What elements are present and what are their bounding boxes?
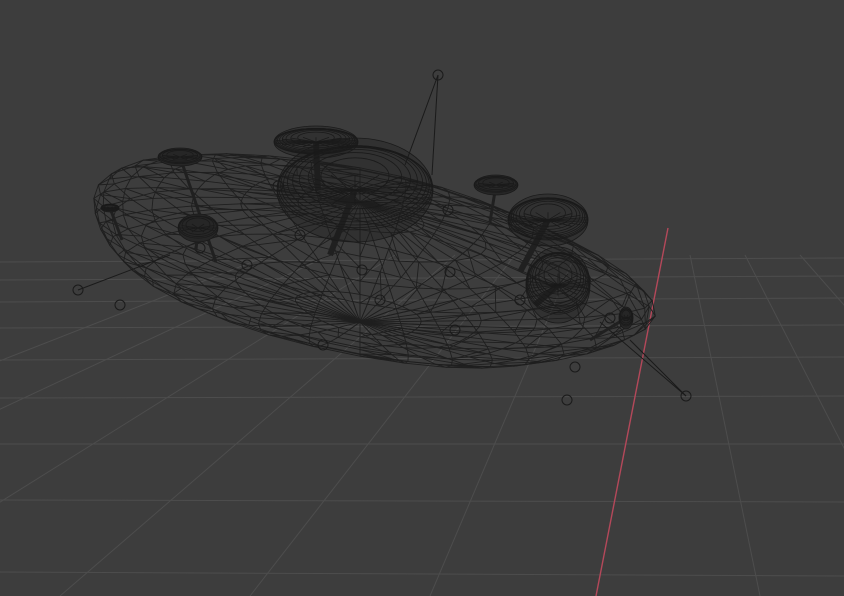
rock-edge: [625, 273, 653, 301]
floor-grid: [0, 254, 844, 596]
viewport-canvas[interactable]: [0, 0, 844, 596]
rock-edge: [474, 327, 535, 333]
rock-edge: [139, 242, 185, 248]
rock-edge: [388, 248, 402, 278]
rock-edge: [245, 165, 270, 180]
empty-marker: [569, 361, 581, 373]
rock-edge: [188, 272, 245, 274]
parent-line: [629, 339, 687, 397]
rock-edge: [337, 327, 340, 338]
parent-line: [599, 321, 687, 397]
rock-edge: [467, 249, 477, 277]
rock-edge: [526, 328, 583, 337]
mushroom-cluster[interactable]: [100, 125, 634, 342]
rock-edge: [117, 249, 126, 256]
rock-edge: [415, 261, 420, 289]
empty-marker: [356, 264, 368, 276]
rock-edge: [268, 158, 281, 166]
rock-edge: [132, 270, 145, 278]
rock-edge: [121, 167, 133, 178]
rock-edge: [421, 228, 471, 259]
3d-viewport[interactable]: [0, 0, 844, 596]
